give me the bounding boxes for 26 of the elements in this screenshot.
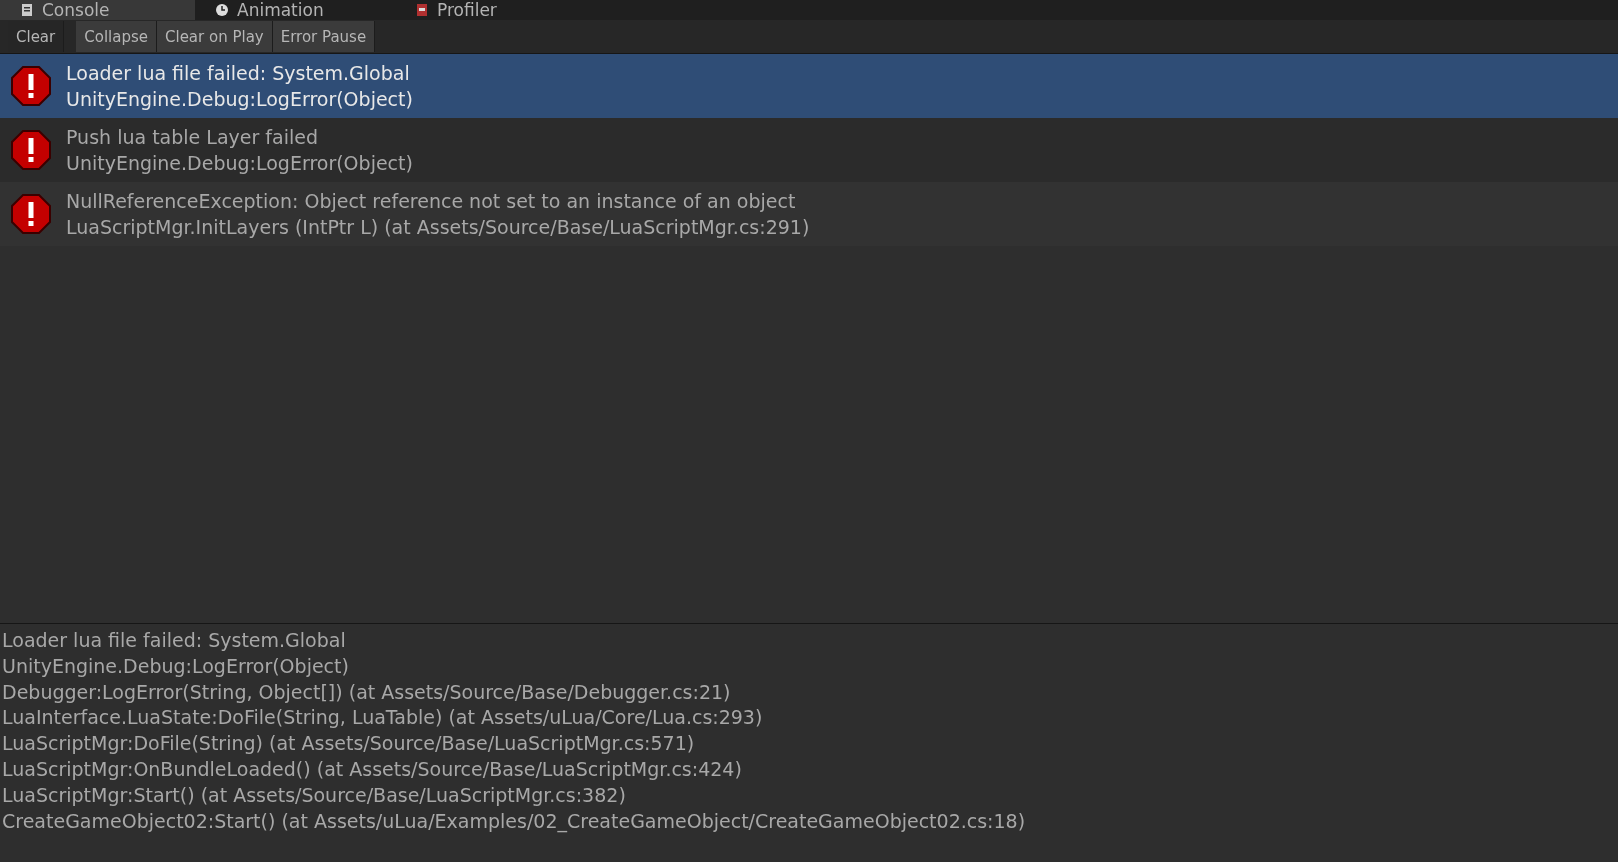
stack-trace-line: Loader lua file failed: System.Global — [2, 628, 347, 653]
log-entry[interactable]: Loader lua file failed: System.Global UnityEngine.Debug:LogError(Object) — [0, 54, 1618, 118]
toggle-button[interactable]: Collapse — [76, 21, 157, 52]
document-icon — [20, 3, 34, 17]
document-icon — [415, 3, 429, 17]
log-source: UnityEngine.Debug:LogError(Object) — [66, 87, 413, 112]
log-entry[interactable]: NullReferenceException: Object reference not set to an instance of an object LuaScriptMgr.InitLayers (IntPtr L) (at Assets/Source/Base/LuaScriptMgr.cs:291) — [0, 182, 1618, 246]
stack-trace-line: LuaScriptMgr:Start() (at Assets/Source/Base/LuaScriptMgr.cs:382) — [2, 782, 627, 808]
clock-icon — [215, 3, 229, 17]
log-source: LuaScriptMgr.InitLayers (IntPtr L) (at Assets/Source/Base/LuaScriptMgr.cs:291) — [66, 215, 810, 240]
log-message: Push lua table Layer failed — [66, 125, 319, 150]
error-icon — [10, 65, 52, 107]
stack-trace-line: LuaInterface.LuaState:DoFile(String, LuaTable) (at Assets/uLua/Core/Lua.cs:293) — [2, 705, 764, 731]
log-source: UnityEngine.Debug:LogError(Object) — [66, 151, 413, 176]
error-icon — [10, 193, 52, 235]
stack-trace-line: Debugger:LogError(String, Object[]) (at Assets/Source/Base/Debugger.cs:21) — [2, 679, 732, 705]
log-message: Loader lua file failed: System.Global — [66, 61, 411, 86]
stack-trace-line: UnityEngine.Debug:LogError(Object) — [2, 653, 350, 679]
stack-trace-line: CreateGameObject02:Start() (at Assets/uLua/Examples/02_CreateGameObject/CreateGameObject02.cs:18) — [2, 808, 1027, 835]
panel-tab[interactable]: Console — [0, 0, 195, 20]
log-message: NullReferenceException: Object reference not set to an instance of an object — [66, 189, 797, 214]
stack-trace-line: LuaScriptMgr:OnBundleLoaded() (at Assets/Source/Base/LuaScriptMgr.cs:424) — [2, 757, 743, 782]
toggle-button[interactable]: Error Pause — [272, 21, 376, 52]
toggle-button[interactable]: Clear on Play — [157, 21, 273, 52]
stack-trace-line: LuaScriptMgr:DoFile(String) (at Assets/Source/Base/LuaScriptMgr.cs:571) — [2, 731, 696, 757]
error-icon — [10, 129, 52, 171]
